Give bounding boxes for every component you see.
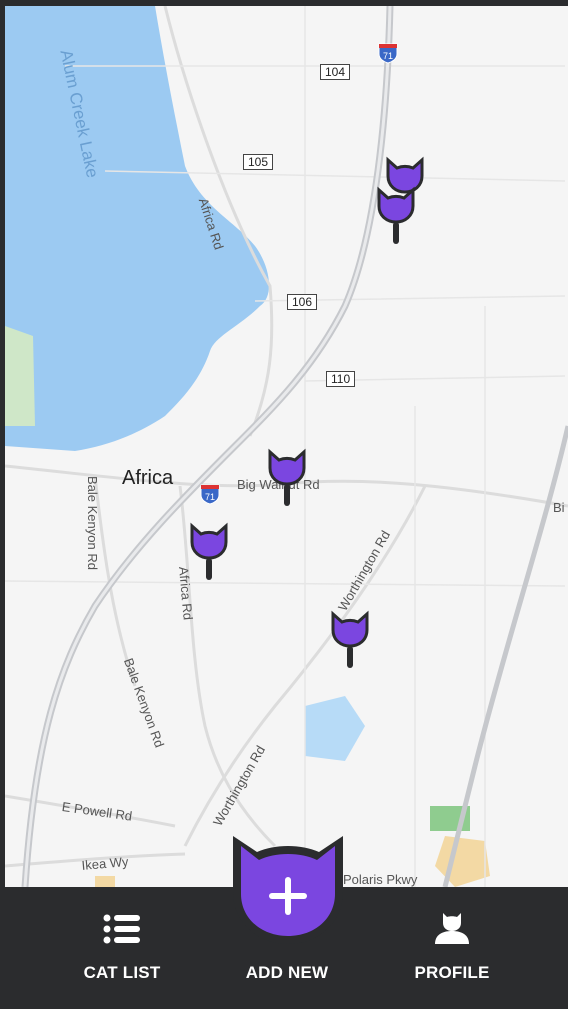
nav-cat-list-label: CAT LIST bbox=[83, 963, 161, 982]
svg-text:71: 71 bbox=[383, 51, 393, 61]
nav-profile[interactable]: PROFILE bbox=[402, 887, 502, 1009]
svg-text:71: 71 bbox=[205, 492, 215, 502]
list-icon bbox=[103, 913, 141, 950]
interstate-shield-icon: 71 bbox=[199, 483, 221, 505]
route-shield: 104 bbox=[320, 64, 351, 80]
nav-cat-list[interactable]: CAT LIST bbox=[72, 887, 172, 1009]
cat-profile-icon bbox=[433, 911, 471, 950]
nav-add-new-label: ADD NEW bbox=[245, 963, 329, 982]
interstate-shield-icon: 71 bbox=[377, 42, 399, 64]
road-label: Bi bbox=[553, 500, 565, 515]
cat-marker-icon[interactable] bbox=[330, 608, 370, 698]
route-shield: 106 bbox=[287, 294, 318, 310]
plus-icon bbox=[268, 876, 308, 921]
cat-marker-icon[interactable] bbox=[376, 184, 416, 274]
map-view[interactable]: Alum Creek Lake Africa Africa Rd Big Wal… bbox=[5, 6, 568, 887]
road-label: Bale Kenyon Rd bbox=[85, 476, 100, 570]
add-new-button[interactable] bbox=[227, 832, 349, 946]
place-label-africa: Africa bbox=[122, 467, 174, 489]
cat-marker-icon[interactable] bbox=[267, 446, 307, 536]
road-label: Polaris Pkwy bbox=[343, 872, 418, 887]
route-shield: 105 bbox=[243, 154, 274, 170]
cat-marker-icon[interactable] bbox=[189, 520, 229, 610]
route-shield: 110 bbox=[326, 371, 356, 387]
nav-profile-label: PROFILE bbox=[414, 963, 490, 982]
